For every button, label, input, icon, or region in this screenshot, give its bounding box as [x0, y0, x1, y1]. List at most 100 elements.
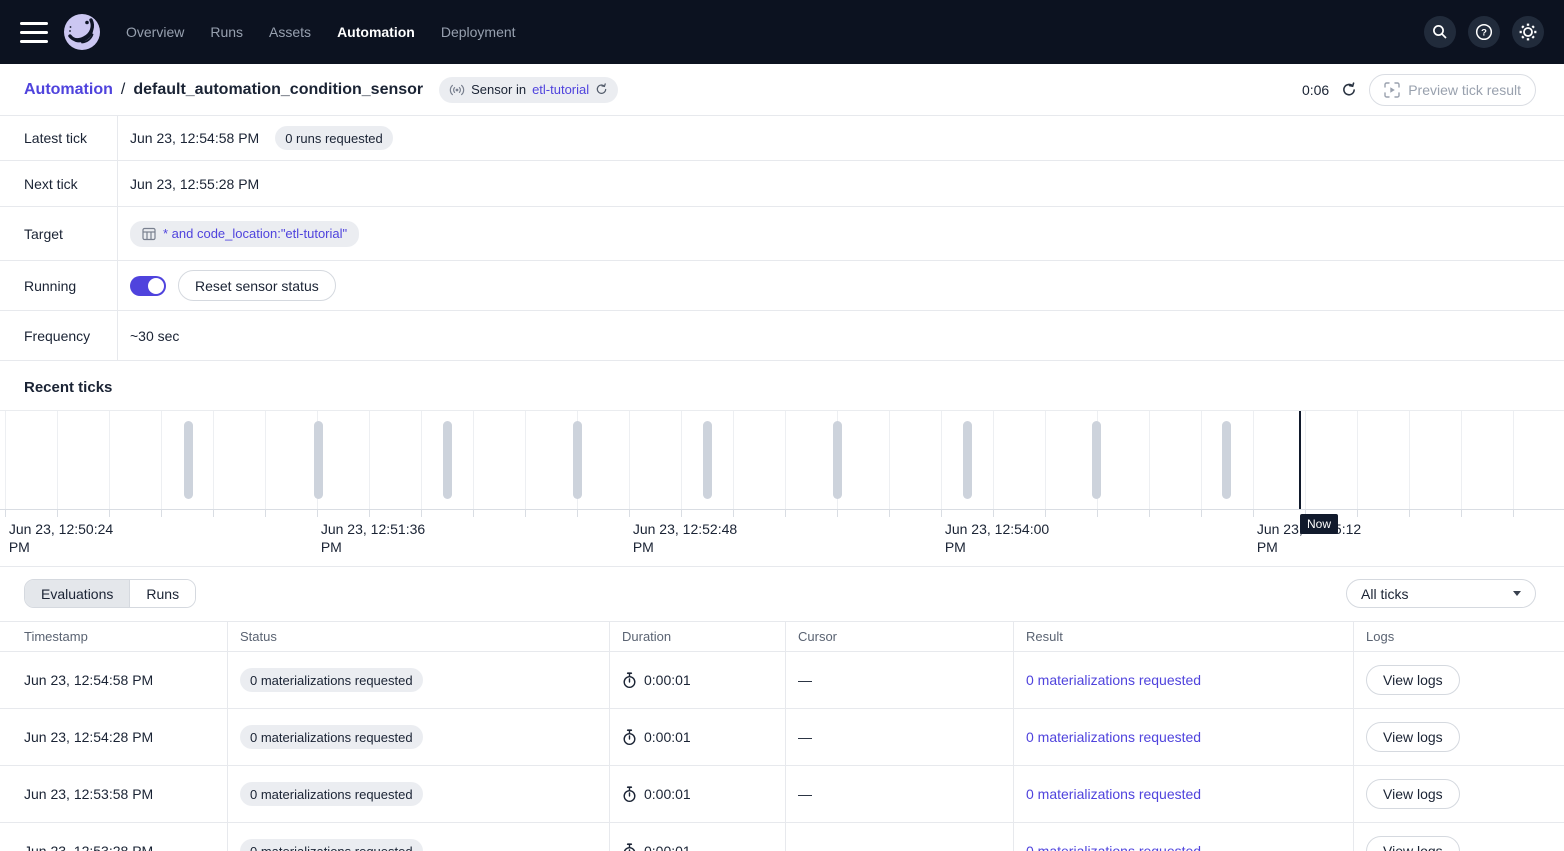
timeline-gridline: [1409, 411, 1410, 509]
tick-bar[interactable]: [833, 421, 842, 499]
frequency-value: ~30 sec: [130, 328, 179, 344]
col-header-result: Result: [1014, 622, 1354, 651]
etl-tutorial-link[interactable]: etl-tutorial: [532, 82, 589, 97]
axis-tick-mark: [213, 510, 214, 517]
tick-timestamp: Jun 23, 12:54:58 PM: [0, 652, 228, 708]
axis-tick-mark: [733, 510, 734, 517]
refresh-icon: [1341, 82, 1357, 98]
tick-cursor: —: [786, 652, 1014, 708]
preview-tick-result-button[interactable]: Preview tick result: [1369, 74, 1536, 106]
tick-result: 0 materializations requested: [1014, 652, 1354, 708]
result-link[interactable]: 0 materializations requested: [1026, 672, 1201, 688]
axis-tick-mark: [525, 510, 526, 517]
tick-duration: 0:00:01: [610, 709, 786, 765]
view-logs-button[interactable]: View logs: [1366, 779, 1460, 809]
refresh-button[interactable]: [1341, 82, 1357, 98]
evaluations-table: Timestamp Status Duration Cursor Result …: [0, 621, 1564, 851]
tick-result: 0 materializations requested: [1014, 766, 1354, 822]
axis-tick-mark: [629, 510, 630, 517]
now-marker-line: [1299, 411, 1301, 510]
timeline-gridline: [57, 411, 58, 509]
tick-bar[interactable]: [1222, 421, 1231, 499]
tick-timestamp: Jun 23, 12:53:58 PM: [0, 766, 228, 822]
svg-text:?: ?: [1481, 27, 1487, 38]
table-row: Jun 23, 12:53:58 PM 0 materializations re…: [0, 766, 1564, 823]
timeline-gridline: [213, 411, 214, 509]
nav-item-assets[interactable]: Assets: [269, 24, 311, 40]
running-toggle[interactable]: [130, 276, 166, 296]
nav-item-deployment[interactable]: Deployment: [441, 24, 516, 40]
tick-bar[interactable]: [443, 421, 452, 499]
axis-tick-mark: [369, 510, 370, 517]
view-logs-button[interactable]: View logs: [1366, 836, 1460, 851]
tab-evaluations[interactable]: Evaluations: [25, 580, 130, 607]
axis-tick-mark: [5, 510, 6, 517]
dagster-logo-icon: [64, 14, 100, 50]
tick-cursor: —: [786, 766, 1014, 822]
axis-tick-mark: [1201, 510, 1202, 517]
view-logs-button[interactable]: View logs: [1366, 665, 1460, 695]
timeline-gridline: [1461, 411, 1462, 509]
target-selection-pill[interactable]: * and code_location:"etl-tutorial": [130, 221, 359, 247]
col-header-cursor: Cursor: [786, 622, 1014, 651]
tick-result: 0 materializations requested: [1014, 709, 1354, 765]
tick-cursor: —: [786, 709, 1014, 765]
breadcrumb-automation-link[interactable]: Automation: [24, 81, 113, 99]
sensor-badge-text: Sensor in: [471, 82, 526, 97]
tick-bar[interactable]: [314, 421, 323, 499]
gear-icon: [1519, 23, 1537, 41]
nav-item-overview[interactable]: Overview: [126, 24, 184, 40]
axis-tick-mark: [317, 510, 318, 517]
settings-button[interactable]: [1512, 16, 1544, 48]
result-link[interactable]: 0 materializations requested: [1026, 729, 1201, 745]
tick-bar[interactable]: [1092, 421, 1101, 499]
sensor-icon: [449, 84, 465, 96]
running-row: Running Reset sensor status: [0, 261, 1564, 311]
reset-sensor-status-button[interactable]: Reset sensor status: [178, 270, 336, 301]
view-tabs: Evaluations Runs: [24, 579, 196, 608]
latest-tick-label: Latest tick: [0, 116, 118, 160]
tick-logs: View logs: [1354, 766, 1564, 822]
timeline-gridline: [889, 411, 890, 509]
tick-duration: 0:00:01: [610, 652, 786, 708]
result-link[interactable]: 0 materializations requested: [1026, 843, 1201, 851]
nav-item-automation[interactable]: Automation: [337, 24, 415, 40]
axis-time-label: Jun 23, 12:51:36PM: [321, 520, 425, 556]
tick-bar[interactable]: [184, 421, 193, 499]
evaluations-controls: Evaluations Runs All ticks: [0, 567, 1564, 621]
target-row: Target * and code_location:"etl-tutorial…: [0, 207, 1564, 261]
table-row: Jun 23, 12:54:28 PM0 materializations re…: [0, 709, 1564, 766]
view-logs-button[interactable]: View logs: [1366, 722, 1460, 752]
tick-bar[interactable]: [963, 421, 972, 499]
timeline-gridline: [941, 411, 942, 509]
timeline-gridline: [109, 411, 110, 509]
page-header: Automation / default_automation_conditio…: [0, 64, 1564, 116]
tick-filter-select[interactable]: All ticks: [1346, 579, 1536, 608]
axis-tick-mark: [1253, 510, 1254, 517]
axis-tick-mark: [993, 510, 994, 517]
tick-bar[interactable]: [573, 421, 582, 499]
timeline-gridline: [473, 411, 474, 509]
timeline-gridline: [525, 411, 526, 509]
table-row: Jun 23, 12:54:58 PM 0 materializations re…: [0, 652, 1564, 709]
table-row: Jun 23, 12:53:28 PM0 materializations re…: [0, 823, 1564, 851]
axis-time-label: Jun 23, 12:54:00PM: [945, 520, 1049, 556]
result-link[interactable]: 0 materializations requested: [1026, 786, 1201, 802]
refresh-icon[interactable]: [595, 83, 608, 96]
stopwatch-icon: [622, 729, 637, 746]
nav-item-runs[interactable]: Runs: [210, 24, 243, 40]
timeline-gridline: [265, 411, 266, 509]
search-button[interactable]: [1424, 16, 1456, 48]
status-badge: 0 materializations requested: [240, 668, 423, 692]
timeline-gridline: [681, 411, 682, 509]
tick-bar[interactable]: [703, 421, 712, 499]
next-tick-time: Jun 23, 12:55:28 PM: [130, 176, 259, 192]
target-selection-text: * and code_location:"etl-tutorial": [163, 226, 347, 241]
frequency-row: Frequency ~30 sec: [0, 311, 1564, 361]
axis-tick-mark: [161, 510, 162, 517]
help-button[interactable]: ?: [1468, 16, 1500, 48]
dagster-logo[interactable]: [64, 14, 100, 50]
menu-button[interactable]: [20, 22, 48, 43]
search-icon: [1431, 23, 1449, 41]
tab-runs[interactable]: Runs: [130, 580, 195, 607]
